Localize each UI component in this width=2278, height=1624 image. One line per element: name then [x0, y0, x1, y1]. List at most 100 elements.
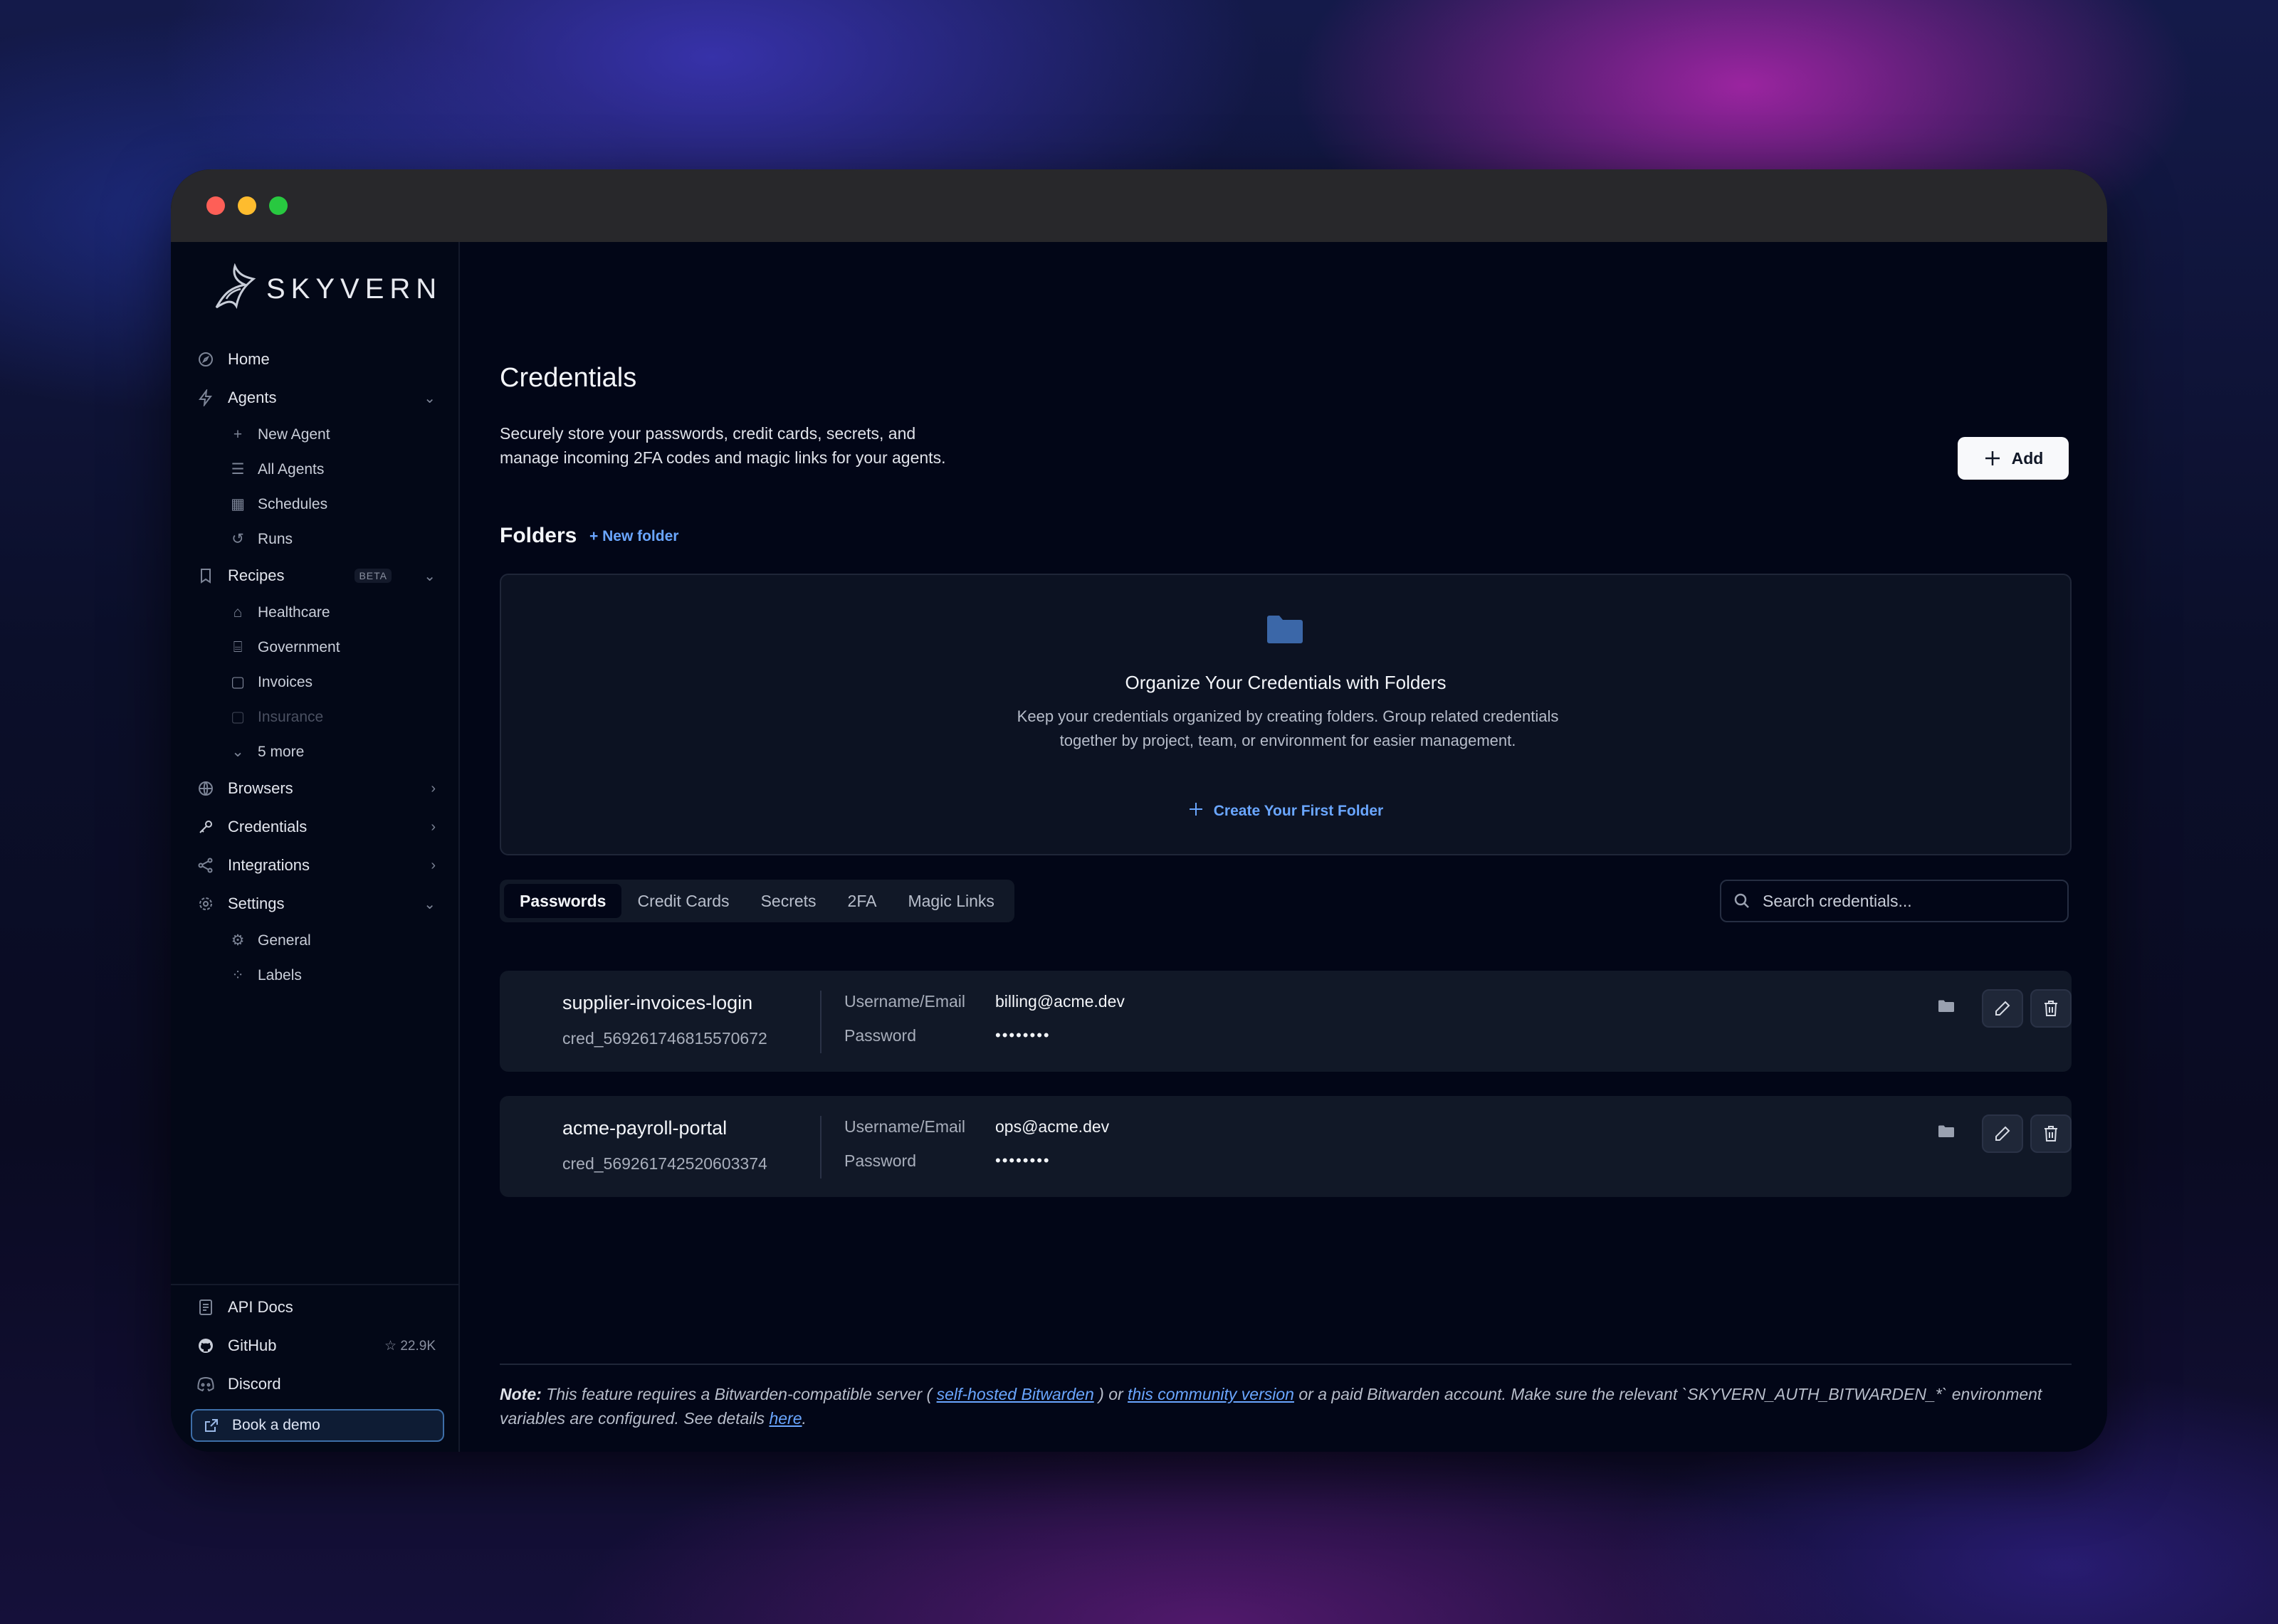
sidebar: SKYVERN Home Agents ⌄ + New Agent ☰ All … [171, 242, 460, 1452]
github-label: GitHub [228, 1336, 277, 1354]
credential-id: cred_569261742520603374 [562, 1154, 767, 1173]
nav-all-agents[interactable]: ☰ All Agents [191, 452, 444, 487]
section-divider [500, 1364, 2072, 1365]
nav-credentials[interactable]: Credentials › [191, 808, 444, 846]
nav-government-label: Government [258, 638, 340, 655]
note-text: ) or [1093, 1385, 1128, 1403]
sidebar-divider [171, 1284, 458, 1285]
create-first-folder-button[interactable]: Create Your First Folder [501, 801, 2070, 821]
plus-icon [1188, 801, 1204, 821]
minimize-window-button[interactable] [238, 196, 256, 215]
row-divider [820, 991, 822, 1053]
chevron-right-icon: › [431, 857, 436, 873]
add-button-label: Add [2011, 448, 2044, 468]
nav-integrations[interactable]: Integrations › [191, 846, 444, 885]
search-input[interactable] [1763, 891, 2047, 911]
maximize-window-button[interactable] [269, 196, 288, 215]
new-folder-link[interactable]: + New folder [589, 528, 678, 545]
nav-insurance[interactable]: ▢ Insurance [191, 700, 444, 734]
folder-icon [1267, 616, 1303, 643]
plus-icon [1985, 451, 2000, 465]
trash-icon [2045, 1126, 2057, 1141]
nav-more-recipes[interactable]: ⌄ 5 more [191, 734, 444, 769]
empty-state-title: Organize Your Credentials with Folders [1125, 672, 1447, 693]
nav-healthcare[interactable]: ⌂ Healthcare [191, 595, 444, 630]
chevron-right-icon: › [431, 780, 436, 796]
nav-schedules[interactable]: ▦ Schedules [191, 487, 444, 522]
nav-recipes[interactable]: Recipes BETA ⌄ [191, 557, 444, 595]
password-value: •••••••• [995, 1151, 1051, 1169]
tab-passwords[interactable]: Passwords [504, 884, 622, 918]
nav-insurance-label: Insurance [258, 708, 324, 725]
app-window: SKYVERN Home Agents ⌄ + New Agent ☰ All … [171, 169, 2107, 1452]
username-label: Username/Email [844, 992, 965, 1011]
pencil-icon [1995, 1001, 2010, 1016]
nav-labels[interactable]: ⁘ Labels [191, 958, 444, 993]
bookmark-icon [196, 566, 215, 585]
nav-labels-label: Labels [258, 966, 302, 984]
gear-icon: ⚙ [231, 932, 245, 949]
nav-api-docs[interactable]: API Docs [191, 1288, 444, 1327]
calendar-icon: ▦ [231, 496, 245, 512]
move-to-folder-icon[interactable] [1938, 999, 1955, 1013]
tab-credit-cards[interactable]: Credit Cards [621, 884, 745, 918]
credential-name: acme-payroll-portal [562, 1117, 728, 1139]
github-stars: ☆ 22.9K [384, 1338, 436, 1354]
page-description: Securely store your passwords, credit ca… [500, 424, 946, 467]
nav-home[interactable]: Home [191, 340, 444, 379]
nav-agents[interactable]: Agents ⌄ [191, 379, 444, 417]
search-icon [1733, 892, 1751, 910]
nav-credentials-label: Credentials [228, 818, 308, 835]
nav-settings-label: Settings [228, 895, 285, 912]
beta-badge: BETA [355, 569, 392, 583]
delete-button[interactable] [2030, 1114, 2072, 1153]
nav-runs-label: Runs [258, 530, 293, 547]
brand-name: SKYVERN [266, 273, 443, 305]
tab-magic-links[interactable]: Magic Links [892, 884, 1009, 918]
delete-button[interactable] [2030, 989, 2072, 1028]
nav-settings[interactable]: Settings ⌄ [191, 885, 444, 923]
tab-2fa[interactable]: 2FA [832, 884, 893, 918]
list-icon: ☰ [231, 461, 245, 478]
credential-row: supplier-invoices-login cred_56926174681… [500, 971, 2072, 1072]
edit-button[interactable] [1982, 989, 2023, 1028]
move-to-folder-icon[interactable] [1938, 1124, 1955, 1139]
details-link[interactable]: here [769, 1409, 802, 1428]
credential-id: cred_569261746815570672 [562, 1029, 767, 1048]
nav-general[interactable]: ⚙ General [191, 923, 444, 958]
nav-agents-label: Agents [228, 389, 277, 406]
main-nav: Home Agents ⌄ + New Agent ☰ All Agents ▦ Sc… [191, 340, 444, 993]
add-credential-button[interactable]: Add [1958, 437, 2069, 480]
community-version-link[interactable]: this community version [1128, 1385, 1294, 1403]
nav-browsers[interactable]: Browsers › [191, 769, 444, 808]
search-box [1720, 880, 2069, 922]
compass-icon [196, 350, 215, 369]
folders-heading: Folders [500, 524, 577, 547]
self-hosted-bitwarden-link[interactable]: self-hosted Bitwarden [937, 1385, 1094, 1403]
share-icon [196, 856, 215, 875]
close-window-button[interactable] [206, 196, 225, 215]
nav-integrations-label: Integrations [228, 856, 310, 874]
nav-new-agent[interactable]: + New Agent [191, 417, 444, 452]
tab-secrets[interactable]: Secrets [745, 884, 832, 918]
discord-label: Discord [228, 1375, 281, 1393]
nav-home-label: Home [228, 350, 270, 368]
nav-runs[interactable]: ↺ Runs [191, 522, 444, 557]
edit-button[interactable] [1982, 1114, 2023, 1153]
nav-government[interactable]: ⌸ Government [191, 630, 444, 665]
nav-discord[interactable]: Discord [191, 1365, 444, 1403]
bitwarden-note: Note: This feature requires a Bitwarden-… [500, 1382, 2080, 1430]
nav-invoices-label: Invoices [258, 673, 313, 690]
credential-name: supplier-invoices-login [562, 992, 753, 1013]
nav-github[interactable]: GitHub ☆ 22.9K [191, 1327, 444, 1365]
nav-browsers-label: Browsers [228, 779, 293, 797]
nav-new-agent-label: New Agent [258, 426, 330, 443]
book-demo-label: Book a demo [232, 1417, 320, 1433]
nav-invoices[interactable]: ▢ Invoices [191, 665, 444, 700]
brand-logo[interactable]: SKYVERN [211, 263, 442, 315]
trash-icon [2045, 1001, 2057, 1016]
book-demo-button[interactable]: Book a demo [191, 1409, 444, 1442]
credential-tabs: Passwords Credit Cards Secrets 2FA Magic… [500, 880, 1014, 922]
window-titlebar [171, 169, 2107, 242]
page-title: Credentials [500, 363, 637, 393]
